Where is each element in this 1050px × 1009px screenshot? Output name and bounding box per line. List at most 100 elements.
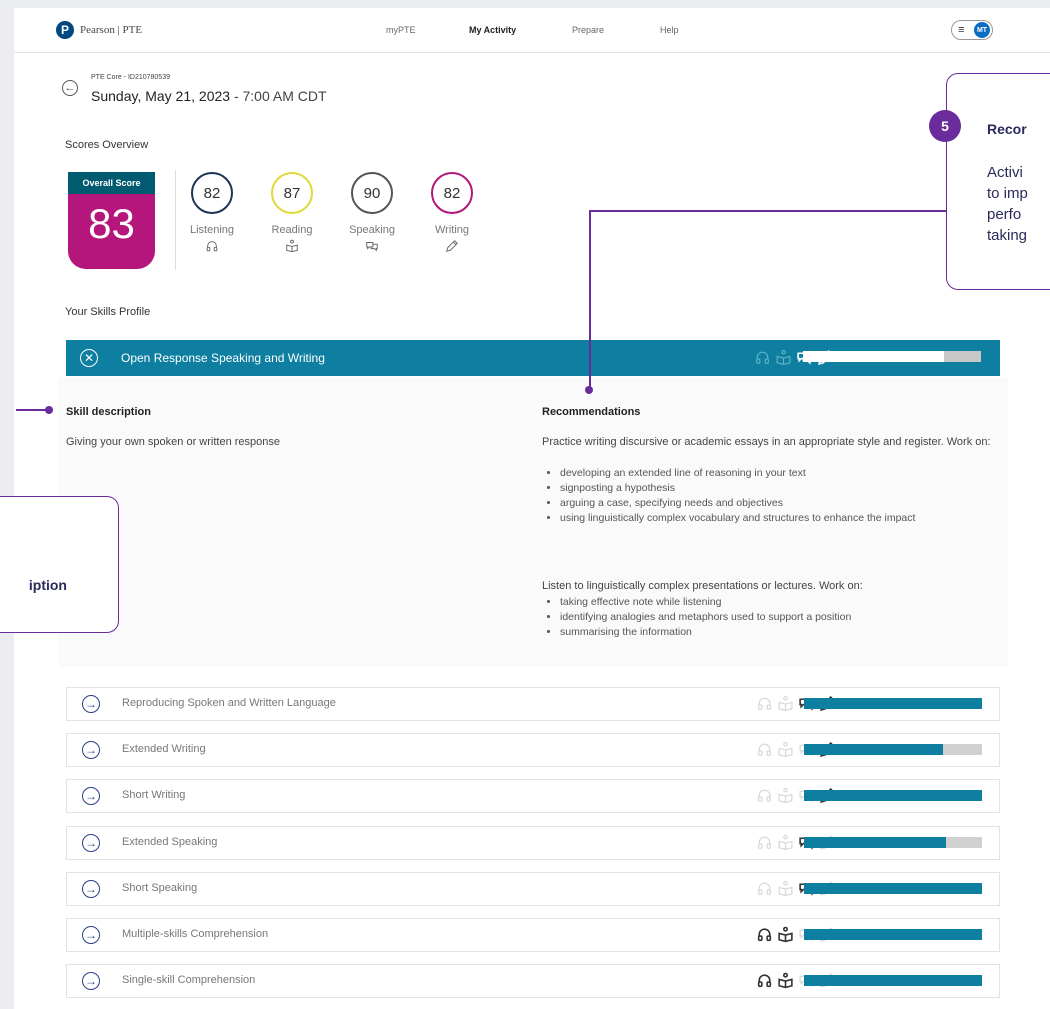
skill-progress-fill [804,975,982,986]
test-id: PTE Core - ID210780539 [91,74,170,81]
skill-progress-track [804,883,982,894]
callout-line: perfo [987,206,1022,223]
skill-row-title: Extended Writing [122,743,206,755]
recommendations-heading: Recommendations [542,406,641,418]
expand-arrow-icon[interactable]: → [82,741,100,759]
book-icon [262,239,322,258]
book-icon [778,880,793,897]
headphones-icon [758,882,771,895]
overall-score-value: 83 [88,200,135,247]
skill-progress-fill [804,883,982,894]
callout-skill-description: iption [0,496,119,633]
book-icon [776,349,791,366]
recommendation-intro-1: Practice writing discursive or academic … [542,436,991,448]
skill-progress-track [804,929,982,940]
nav-my-activity[interactable]: My Activity [469,25,516,35]
skill-progress-track [804,698,982,709]
skill-row[interactable]: → Extended Speaking [66,826,1000,860]
step-badge: 5 [929,110,961,142]
expand-arrow-icon[interactable]: → [82,695,100,713]
skill-row-title: Short Speaking [122,882,198,894]
headphones-icon [757,974,772,988]
callout-body: Activi to imp perfo taking [987,162,1028,246]
skill-row[interactable]: → Short Speaking [66,872,1000,906]
score-ring: 82 [191,172,233,214]
score-ring: 90 [351,172,393,214]
skills-profile-title: Your Skills Profile [65,306,151,318]
book-icon [778,972,793,989]
callout-line: Activi [987,164,1023,181]
list-item: developing an extended line of reasoning… [560,466,1005,481]
skill-progress-track [803,351,981,362]
score-ring: 82 [431,172,473,214]
callout-line: taking [987,227,1028,244]
scores-overview-title: Scores Overview [65,139,149,151]
score-speaking: 90 Speaking [342,172,402,258]
skill-row-title: Extended Speaking [122,836,218,848]
skill-progress-fill [804,744,943,755]
pearson-logo[interactable]: P Pearson | PTE [56,21,142,39]
book-icon [778,926,793,943]
headphones-icon [758,836,771,849]
score-label: Listening [189,224,235,236]
score-reading: 87 Reading [262,172,322,258]
expand-arrow-icon[interactable]: → [82,972,100,990]
expand-arrow-icon[interactable]: → [82,787,100,805]
headphones-icon [182,239,242,258]
headphones-icon [758,697,771,710]
skill-progress-track [804,790,982,801]
expanded-skill-header[interactable]: ✕ Open Response Speaking and Writing [66,340,1000,376]
skill-row-title: Short Writing [122,789,186,801]
nav-help[interactable]: Help [660,25,679,35]
expand-arrow-icon[interactable]: → [82,834,100,852]
skill-progress-track [804,837,982,848]
back-arrow-icon[interactable]: ← [62,80,78,96]
account-menu-button[interactable]: ≡ MT [951,20,993,40]
callout-recommendations: Recor Activi to imp perfo taking [946,73,1050,290]
expanded-skill-title: Open Response Speaking and Writing [121,351,325,365]
score-label: Writing [434,224,470,236]
headphones-icon [758,743,771,756]
skill-progress-fill [803,351,944,362]
avatar: MT [974,22,990,38]
expand-arrow-icon[interactable]: → [82,880,100,898]
top-navigation-bar: P Pearson | PTE myPTE My Activity Prepar… [14,8,1050,53]
nav-prepare[interactable]: Prepare [572,25,604,35]
recommendation-intro-2: Listen to linguistically complex present… [542,580,863,592]
callout-title: Recor [987,121,1027,137]
pearson-p-icon: P [56,21,74,39]
skill-progress-fill [804,698,982,709]
hamburger-icon: ≡ [958,24,965,36]
nav-mypte[interactable]: myPTE [386,25,416,35]
list-item: taking effective note while listening [560,595,1005,610]
skill-row[interactable]: → Extended Writing [66,733,1000,767]
book-icon [778,787,793,804]
skill-row[interactable]: → Short Writing [66,779,1000,813]
score-ring: 87 [271,172,313,214]
list-item: summarising the information [560,625,1005,640]
speech-bubbles-icon [342,239,402,258]
score-label: Speaking [349,224,395,236]
skill-row-title: Multiple-skills Comprehension [122,928,269,940]
headphones-icon [757,928,772,942]
headphones-icon [758,789,771,802]
score-divider [175,170,176,270]
callout-title: iption [28,577,67,593]
skill-progress-fill [804,837,947,848]
skill-progress-track [804,744,982,755]
connector-dot [45,406,53,414]
skill-row[interactable]: → Single-skill Comprehension [66,964,1000,998]
overall-score-label: Overall Score [68,172,155,194]
connector-dot [585,386,593,394]
skill-description-text: Giving your own spoken or written respon… [66,436,280,448]
close-icon[interactable]: ✕ [80,349,98,367]
expand-arrow-icon[interactable]: → [82,926,100,944]
skill-row[interactable]: → Multiple-skills Comprehension [66,918,1000,952]
recommendation-list-1: developing an extended line of reasoning… [542,466,1005,526]
list-item: signposting a hypothesis [560,481,1005,496]
book-icon [778,695,793,712]
skill-description-heading: Skill description [66,406,151,418]
skill-details-panel: Skill description Giving your own spoken… [58,377,1008,667]
skill-row[interactable]: → Reproducing Spoken and Written Language [66,687,1000,721]
overall-score-card: Overall Score 83 [68,172,155,269]
